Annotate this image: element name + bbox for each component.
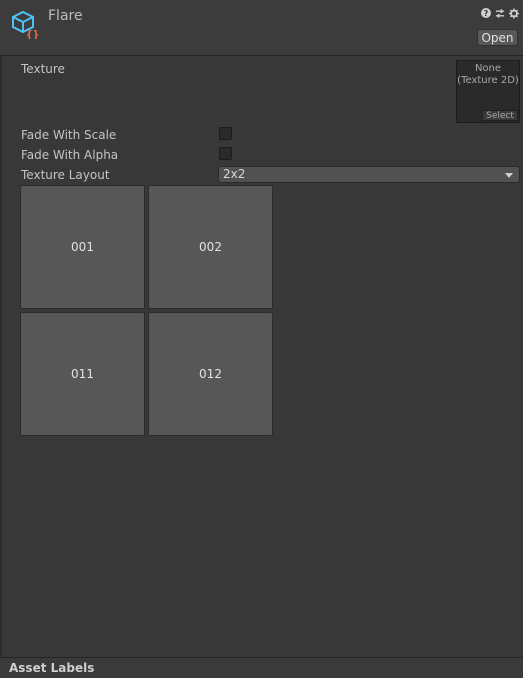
help-icon[interactable]: ? [481, 7, 491, 19]
svg-text:{}: {} [26, 28, 39, 39]
texture-object-field[interactable]: None (Texture 2D) Select [456, 60, 520, 123]
fade-with-alpha-checkbox[interactable] [219, 147, 232, 160]
gear-icon[interactable] [509, 7, 519, 19]
svg-text:?: ? [484, 9, 489, 18]
texture-layout-value: 2x2 [223, 167, 246, 181]
left-border [0, 55, 2, 657]
flare-asset-icon: {} [10, 9, 40, 41]
texture-label: Texture [21, 62, 65, 76]
grid-cell[interactable]: 002 [148, 185, 273, 309]
texture-value-line2: (Texture 2D) [457, 75, 519, 86]
grid-cell[interactable]: 011 [20, 312, 145, 436]
fade-with-alpha-label: Fade With Alpha [21, 148, 119, 162]
grid-cell[interactable]: 012 [148, 312, 273, 436]
texture-value: None (Texture 2D) [457, 63, 519, 87]
texture-select-button[interactable]: Select [482, 110, 518, 121]
grid-cell[interactable]: 001 [20, 185, 145, 309]
asset-labels-title: Asset Labels [9, 661, 95, 675]
preset-icon[interactable] [495, 7, 505, 19]
texture-layout-label: Texture Layout [21, 168, 110, 182]
asset-title: Flare [48, 8, 83, 24]
texture-layout-dropdown[interactable]: 2x2 [218, 166, 520, 183]
fade-with-scale-checkbox[interactable] [219, 127, 232, 140]
texture-value-line1: None [474, 63, 502, 74]
inspector-header: {} Flare ? Open [0, 0, 523, 56]
fade-with-scale-label: Fade With Scale [21, 128, 117, 142]
open-button[interactable]: Open [477, 29, 518, 46]
asset-labels-bar[interactable]: Asset Labels [0, 657, 523, 678]
chevron-down-icon [505, 173, 513, 178]
